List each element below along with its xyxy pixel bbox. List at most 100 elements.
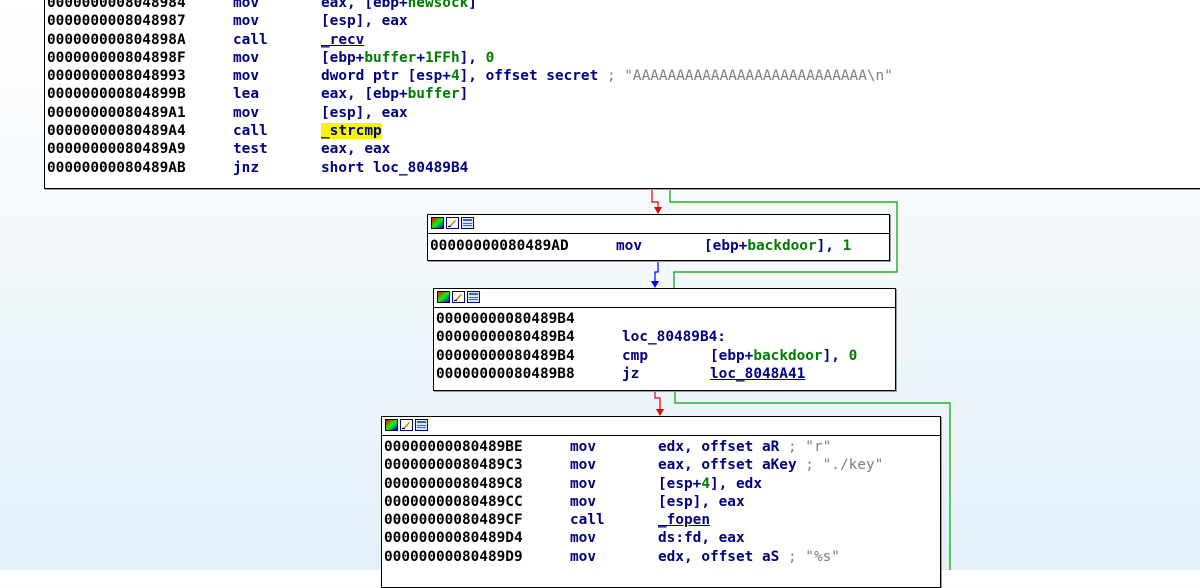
address[interactable]: 00000000080489B4	[436, 328, 622, 346]
operand[interactable]: ]	[468, 0, 477, 11]
group-nodes-icon[interactable]	[415, 419, 428, 431]
operand-value[interactable]: newsock	[408, 0, 469, 11]
mnemonic[interactable]: call	[570, 511, 658, 529]
asm-line[interactable]: 00000000080489CC mov [esp], eax	[384, 493, 940, 511]
asm-line[interactable]: 00000000080489A1 mov [esp], eax	[47, 104, 1200, 122]
operand[interactable]: ], edx	[710, 476, 762, 492]
group-nodes-icon[interactable]	[467, 291, 480, 303]
operand[interactable]: [esp], eax	[658, 494, 745, 510]
asm-line[interactable]: 00000000080489AB jnz short loc_80489B4	[47, 159, 1200, 177]
address[interactable]: 000000000804899B	[47, 85, 233, 103]
asm-line[interactable]: 00000000080489D9 mov edx, offset aS ; "%s"	[384, 548, 940, 566]
asm-line[interactable]: 00000000080489A4 call _strcmp	[47, 122, 1200, 140]
operand[interactable]: _strcmp	[321, 123, 382, 140]
address[interactable]: 00000000080489CF	[384, 511, 570, 529]
address[interactable]: 00000000080489D4	[384, 529, 570, 547]
code-block-open-key[interactable]: 00000000080489BE mov edx, offset aR ; "r" 0…	[381, 416, 941, 588]
operand[interactable]: [esp], eax	[321, 105, 408, 121]
mnemonic[interactable]: cmp	[622, 347, 710, 365]
mnemonic[interactable]: jz	[622, 365, 710, 383]
mnemonic[interactable]: test	[233, 140, 321, 158]
mnemonic[interactable]: mov	[616, 237, 704, 255]
asm-line[interactable]: 000000000804899B lea eax, [ebp+buffer]	[47, 85, 1200, 103]
color-palette-icon[interactable]	[431, 217, 444, 229]
operand[interactable]: [esp], eax	[321, 13, 408, 29]
address[interactable]: 00000000080489B8	[436, 365, 622, 383]
operand[interactable]: ],	[823, 348, 849, 364]
asm-line[interactable]: 00000000080489B4 cmp [ebp+backdoor], 0	[436, 347, 895, 365]
mnemonic[interactable]: call	[233, 122, 321, 140]
operand[interactable]: _recv	[321, 32, 364, 48]
operand[interactable]: ],	[817, 238, 843, 254]
operand-value[interactable]: 4	[701, 476, 710, 492]
operand-value[interactable]: backdoor	[747, 238, 816, 254]
mnemonic[interactable]: mov	[570, 493, 658, 511]
asm-line[interactable]: 00000000080489A9 test eax, eax	[47, 140, 1200, 158]
asm-line[interactable]: 000000000804898F mov [ebp+buffer+1FFh], 0	[47, 49, 1200, 67]
address[interactable]: 00000000080489B4	[436, 347, 622, 365]
mnemonic[interactable]: mov	[570, 456, 658, 474]
asm-line[interactable]: 0000000008048987 mov [esp], eax	[47, 12, 1200, 30]
mnemonic[interactable]: mov	[233, 104, 321, 122]
operand[interactable]: edx, offset aS	[658, 549, 788, 565]
mnemonic[interactable]: mov	[570, 438, 658, 456]
operand[interactable]: short loc_80489B4	[321, 160, 468, 176]
address[interactable]: 0000000008048987	[47, 12, 233, 30]
operand[interactable]: ], offset secret	[460, 68, 607, 84]
asm-line[interactable]: 00000000080489C3 mov eax, offset aKey ; ".…	[384, 456, 940, 474]
mnemonic[interactable]: loc_80489B4:	[622, 328, 726, 346]
address[interactable]: 00000000080489BE	[384, 438, 570, 456]
operand[interactable]: ]	[460, 86, 469, 102]
asm-line[interactable]: 00000000080489B4	[436, 310, 895, 328]
operand[interactable]: [esp+	[658, 476, 701, 492]
address[interactable]: 00000000080489B4	[436, 310, 622, 328]
address[interactable]: 0000000008048984	[47, 0, 233, 12]
address[interactable]: 00000000080489C8	[384, 475, 570, 493]
rename-block-icon[interactable]	[446, 217, 459, 229]
operand[interactable]: edx, offset aR	[658, 439, 788, 455]
address[interactable]: 00000000080489A9	[47, 140, 233, 158]
operand[interactable]: ds:fd, eax	[658, 530, 745, 546]
code-block-recv-strcmp[interactable]: 0000000008048984 mov eax, [ebp+newsock] 000…	[44, 0, 1200, 189]
operand-value[interactable]: buffer	[364, 50, 416, 66]
operand[interactable]: eax, [ebp+	[321, 0, 408, 11]
mnemonic[interactable]: mov	[570, 475, 658, 493]
operand-value[interactable]: 0	[849, 348, 858, 364]
asm-line[interactable]: 0000000008048984 mov eax, [ebp+newsock]	[47, 0, 1200, 12]
mnemonic[interactable]: mov	[233, 0, 321, 12]
mnemonic[interactable]: call	[233, 31, 321, 49]
mnemonic[interactable]: mov	[233, 12, 321, 30]
address[interactable]: 00000000080489CC	[384, 493, 570, 511]
asm-line[interactable]: 000000000804898A call _recv	[47, 31, 1200, 49]
rename-block-icon[interactable]	[400, 419, 413, 431]
mnemonic[interactable]: mov	[233, 49, 321, 67]
operand[interactable]: _fopen	[658, 512, 710, 528]
operand[interactable]: ],	[460, 50, 486, 66]
address[interactable]: 00000000080489AB	[47, 159, 233, 177]
operand[interactable]: eax, offset aKey	[658, 457, 805, 473]
address[interactable]: 000000000804898A	[47, 31, 233, 49]
address[interactable]: 00000000080489AD	[430, 237, 616, 255]
address[interactable]: 0000000008048993	[47, 67, 233, 85]
color-palette-icon[interactable]	[385, 419, 398, 431]
asm-line[interactable]: 0000000008048993 mov dword ptr [esp+4], of…	[47, 67, 1200, 85]
code-block-set-backdoor[interactable]: 00000000080489AD mov [ebp+backdoor], 1	[427, 214, 890, 261]
asm-line[interactable]: 00000000080489CF call _fopen	[384, 511, 940, 529]
color-palette-icon[interactable]	[437, 291, 450, 303]
operand[interactable]: [ebp+	[704, 238, 747, 254]
operand[interactable]: eax, eax	[321, 141, 390, 157]
operand[interactable]: +	[416, 50, 425, 66]
operand[interactable]: [ebp+	[710, 348, 753, 364]
address[interactable]: 00000000080489A4	[47, 122, 233, 140]
operand-value[interactable]: 4	[451, 68, 460, 84]
asm-line[interactable]: 00000000080489BE mov edx, offset aR ; "r"	[384, 438, 940, 456]
operand[interactable]: eax, [ebp+	[321, 86, 408, 102]
operand-value[interactable]: 1FFh	[425, 50, 460, 66]
asm-line[interactable]: 00000000080489AD mov [ebp+backdoor], 1	[430, 237, 889, 255]
asm-line[interactable]: 00000000080489D4 mov ds:fd, eax	[384, 529, 940, 547]
address[interactable]: 00000000080489A1	[47, 104, 233, 122]
address[interactable]: 00000000080489D9	[384, 548, 570, 566]
operand-value[interactable]: 1	[843, 238, 852, 254]
code-block-check-backdoor[interactable]: 00000000080489B4 00000000080489B4 loc_8048…	[433, 288, 896, 391]
operand[interactable]: [ebp+	[321, 50, 364, 66]
